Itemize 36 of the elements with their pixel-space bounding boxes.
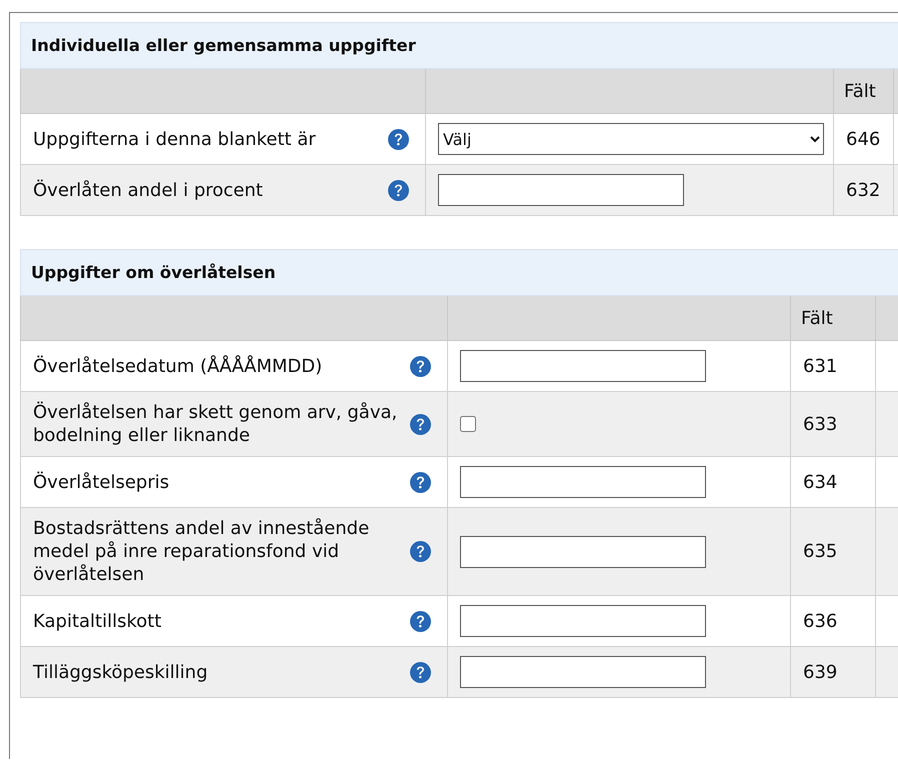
field-label: Uppgifterna i denna blankett är bbox=[33, 128, 316, 150]
dropdown[interactable]: Välj bbox=[438, 123, 824, 155]
column-header: Fält bbox=[790, 296, 876, 340]
field-number: 633 bbox=[790, 392, 876, 456]
input-field[interactable] bbox=[460, 605, 706, 637]
input-field[interactable] bbox=[460, 466, 706, 498]
field-number: 646 bbox=[834, 114, 894, 164]
field-label: Överlåtelsedatum (ÅÅÅÅMMDD) bbox=[33, 354, 322, 378]
field-number: 634 bbox=[790, 456, 876, 508]
field-label: Överlåtelsepris bbox=[33, 470, 170, 494]
help-icon[interactable] bbox=[410, 541, 431, 562]
section-title: Uppgifter om överlåtelsen bbox=[20, 250, 898, 296]
field-label: Överlåten andel i procent bbox=[33, 178, 263, 202]
field-label: Kapitaltillskott bbox=[33, 610, 162, 632]
help-icon[interactable] bbox=[410, 662, 431, 682]
input-field[interactable] bbox=[460, 350, 706, 382]
field-label: Tilläggsköpeskilling bbox=[33, 660, 208, 684]
field-label: Bostadsrättens andel av innestående medel på inre reparationsfond vid överlåtelsen bbox=[33, 517, 370, 586]
field-label: Överlåtelsen har skett genom arv, gåva, bodelning eller liknande bbox=[33, 401, 398, 447]
help-icon[interactable] bbox=[388, 180, 409, 200]
help-icon[interactable] bbox=[388, 128, 409, 150]
field-number: 635 bbox=[790, 508, 876, 596]
field-number: 639 bbox=[790, 646, 876, 698]
column-header: Fält bbox=[834, 68, 894, 114]
checkbox[interactable] bbox=[460, 416, 476, 432]
input-field[interactable] bbox=[460, 536, 706, 568]
help-icon[interactable] bbox=[410, 610, 431, 632]
help-icon[interactable] bbox=[410, 414, 431, 434]
section-title: Individuella eller gemensamma uppgifter bbox=[20, 22, 898, 68]
help-icon[interactable] bbox=[410, 472, 431, 492]
field-number: 632 bbox=[834, 164, 894, 216]
input-field[interactable] bbox=[460, 656, 706, 688]
help-icon[interactable] bbox=[410, 356, 431, 376]
input-field[interactable] bbox=[438, 174, 684, 206]
field-number: 631 bbox=[790, 340, 876, 392]
field-number: 636 bbox=[790, 596, 876, 646]
